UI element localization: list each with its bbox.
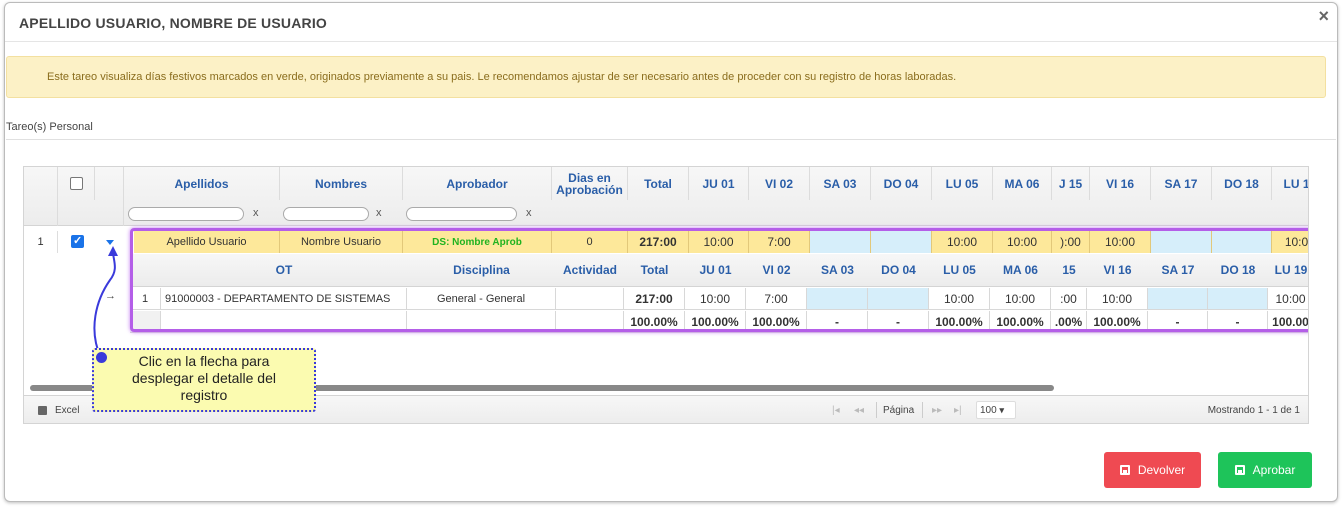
callout-line-1: Clic en la flecha para (138, 353, 270, 369)
callout-line-3: registro (180, 387, 228, 403)
help-callout: Clic en la flecha para desplegar el deta… (92, 348, 316, 412)
aprobar-label: Aprobar (1252, 463, 1296, 477)
callout-connector (93, 246, 118, 359)
callout-dot (96, 352, 107, 363)
callout-line-2: desplegar el detalle del (132, 370, 276, 386)
aprobar-button[interactable]: Aprobar (1218, 452, 1312, 488)
save-icon (1119, 465, 1130, 475)
devolver-button[interactable]: Devolver (1104, 452, 1201, 488)
devolver-label: Devolver (1137, 463, 1186, 477)
save-icon (1234, 465, 1245, 475)
